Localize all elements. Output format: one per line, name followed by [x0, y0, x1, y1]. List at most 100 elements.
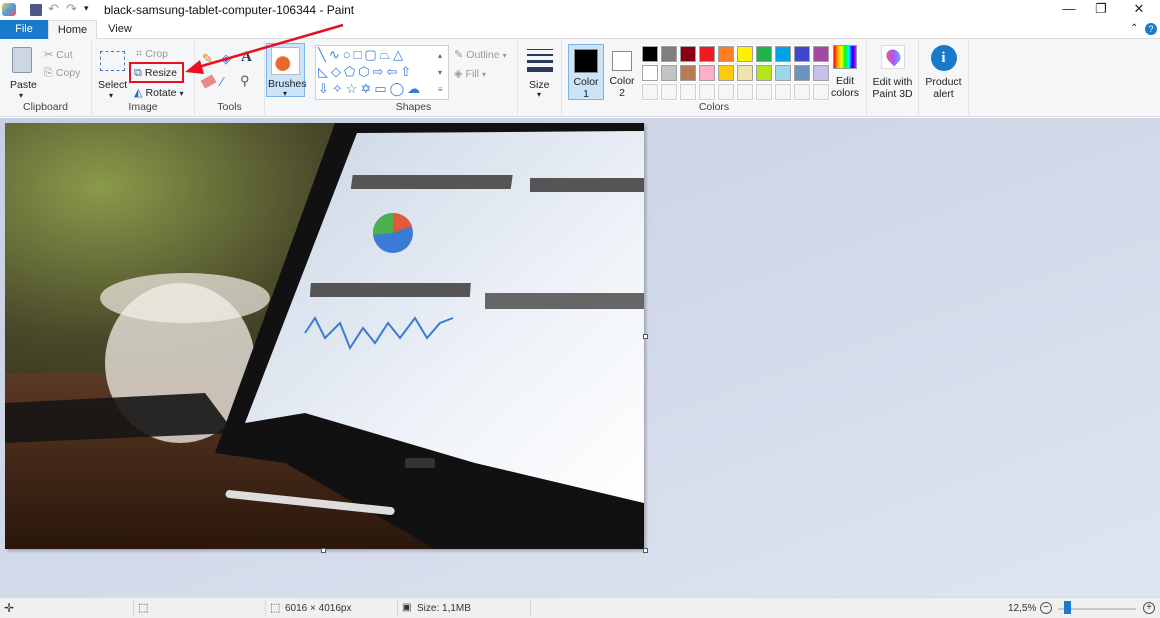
clipboard-icon	[12, 47, 32, 73]
shapes-group-label: Shapes	[395, 101, 432, 113]
image-dimensions: 6016 × 4016px	[285, 603, 352, 614]
scissors-icon: ✂	[44, 49, 54, 61]
palette-swatch[interactable]	[755, 64, 773, 82]
resize-icon: ⧉	[134, 67, 142, 79]
ribbon: Paste ▾ ✂ Cut ⎘ Copy Clipboard Select ▾ …	[0, 39, 1160, 117]
file-size-icon: ▣	[402, 602, 412, 613]
tools-group-label: Tools	[217, 101, 242, 113]
line-size-icon	[527, 49, 553, 72]
paint3d-icon	[880, 45, 905, 69]
zoom-level: 12,5%	[1008, 603, 1037, 614]
close-button[interactable]: ✕	[1116, 0, 1160, 20]
tab-view[interactable]: View	[97, 20, 143, 39]
zoom-slider-thumb[interactable]	[1064, 601, 1071, 614]
custom-color-slot[interactable]	[641, 83, 659, 101]
resize-handle-bottom[interactable]	[321, 548, 326, 553]
ribbon-tabs: File Home View ⌃ ?	[0, 20, 1160, 40]
edit-with-paint3d-button[interactable]: Edit with Paint 3D	[867, 41, 919, 115]
custom-color-slot[interactable]	[660, 83, 678, 101]
file-size: Size: 1,1MB	[417, 603, 471, 614]
custom-color-slot[interactable]	[793, 83, 811, 101]
zoom-in-button[interactable]: +	[1143, 602, 1155, 614]
crop-icon: ⌗	[136, 48, 143, 60]
rotate-label: Rotate	[145, 87, 177, 99]
select-label: Select	[98, 79, 128, 91]
palette-swatch[interactable]	[641, 64, 659, 82]
palette-swatch[interactable]	[774, 45, 792, 63]
color1-button[interactable]: Color 1	[568, 44, 604, 100]
palette-swatch[interactable]	[717, 45, 735, 63]
color2-swatch	[612, 51, 632, 71]
save-icon[interactable]	[30, 4, 42, 16]
image-dimensions-icon: ⬚	[270, 602, 281, 614]
fill-button[interactable]: ◈ Fill ▾	[454, 67, 486, 80]
palette-swatch[interactable]	[660, 64, 678, 82]
color2-button[interactable]: Color 2	[606, 44, 638, 100]
palette-swatch[interactable]	[660, 45, 678, 63]
paint3d-label-1: Edit with	[872, 76, 913, 88]
resize-handle-right[interactable]	[643, 334, 648, 339]
palette-swatch[interactable]	[774, 64, 792, 82]
custom-color-slot[interactable]	[717, 83, 735, 101]
size-button[interactable]: Size ▾	[524, 45, 556, 101]
palette-swatch[interactable]	[793, 45, 811, 63]
palette-swatch[interactable]	[793, 64, 811, 82]
palette-swatch[interactable]	[679, 64, 697, 82]
colors-group-label: Colors	[698, 101, 730, 113]
custom-color-slot[interactable]	[679, 83, 697, 101]
palette-swatch[interactable]	[717, 64, 735, 82]
custom-color-slot[interactable]	[755, 83, 773, 101]
custom-color-slot[interactable]	[736, 83, 754, 101]
resize-handle-corner[interactable]	[643, 548, 648, 553]
collapse-ribbon-icon[interactable]: ⌃	[1130, 23, 1138, 34]
product-alert-label-2: alert	[933, 88, 954, 100]
product-alert-button[interactable]: i Product alert	[919, 41, 969, 115]
outline-icon: ✎	[454, 49, 464, 61]
palette-swatch[interactable]	[736, 45, 754, 63]
paste-button[interactable]: Paste ▾	[6, 45, 38, 100]
palette-swatch[interactable]	[679, 45, 697, 63]
shapes-scroll[interactable]: ▴ ▾ ≡	[438, 47, 443, 98]
rotate-icon: ◭	[134, 87, 143, 99]
resize-button[interactable]: ⧉ Resize	[134, 67, 177, 80]
edit-colors-label-2: colors	[830, 87, 859, 99]
edit-colors-label: Edit	[835, 75, 855, 87]
window-title: black-samsung-tablet-computer-106344 - P…	[104, 3, 355, 17]
palette-swatch[interactable]	[698, 45, 716, 63]
color2-label: Color	[609, 75, 635, 87]
tablet-photo	[5, 123, 644, 549]
product-alert-label-1: Product	[925, 76, 962, 88]
rotate-button[interactable]: ◭ Rotate ▾	[134, 86, 184, 99]
outline-button[interactable]: ✎ Outline ▾	[454, 48, 507, 61]
crop-button[interactable]: ⌗ Crop	[136, 48, 168, 61]
help-icon[interactable]: ?	[1145, 23, 1157, 35]
palette-swatch[interactable]	[641, 45, 659, 63]
annotation-arrow	[185, 23, 344, 74]
size-group: Size ▾	[518, 41, 562, 115]
select-button[interactable]: Select ▾	[96, 45, 128, 100]
paint-app-icon[interactable]	[2, 3, 16, 16]
palette-swatch[interactable]	[698, 64, 716, 82]
cut-button[interactable]: ✂ Cut	[44, 48, 73, 61]
cut-label: Cut	[56, 49, 73, 61]
paste-label: Paste	[10, 79, 37, 91]
colors-group: Color 1 Color 2 Edit colors Colors	[562, 41, 867, 115]
edit-colors-button[interactable]: Edit colors	[827, 45, 863, 99]
info-icon: i	[930, 45, 957, 71]
custom-color-slot[interactable]	[698, 83, 716, 101]
palette-swatch[interactable]	[736, 64, 754, 82]
copy-button[interactable]: ⎘ Copy	[44, 67, 80, 80]
tab-home[interactable]: Home	[48, 20, 97, 40]
palette-swatch[interactable]	[755, 45, 773, 63]
zoom-out-button[interactable]: −	[1040, 602, 1052, 614]
undo-icon[interactable]: ↶	[48, 1, 59, 17]
clipboard-group: Paste ▾ ✂ Cut ⎘ Copy Clipboard	[0, 41, 92, 115]
canvas-image[interactable]	[5, 123, 644, 549]
redo-icon[interactable]: ↷	[66, 1, 77, 17]
custom-color-slot[interactable]	[774, 83, 792, 101]
customize-quick-access-icon[interactable]: ▾	[84, 3, 89, 14]
fill-label: Fill	[465, 68, 479, 80]
tab-file[interactable]: File	[0, 20, 48, 39]
image-group-label: Image	[128, 101, 158, 113]
cursor-position-icon: ✛	[4, 601, 15, 615]
